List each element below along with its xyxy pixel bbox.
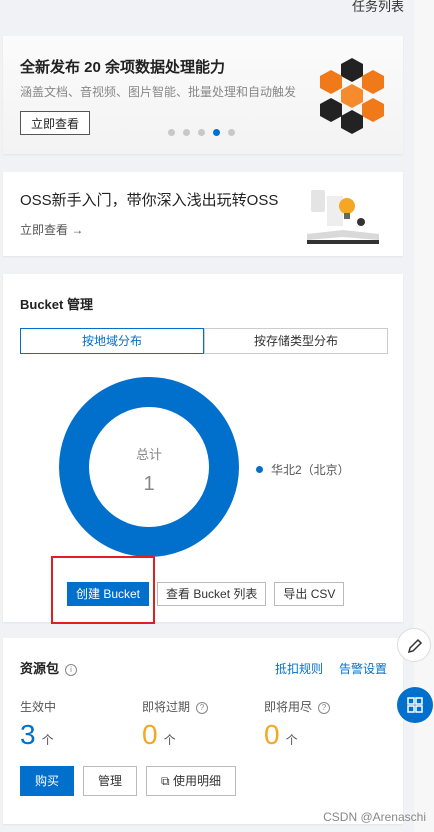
- resource-title: 资源包 i: [20, 658, 78, 677]
- edit-fab[interactable]: [397, 628, 431, 662]
- info-icon[interactable]: i: [65, 664, 78, 676]
- chart-legend: 华北2（北京）: [256, 461, 350, 478]
- external-link-icon: ⧉: [161, 774, 170, 788]
- grid-icon: [407, 697, 423, 713]
- stat-active: 生效中 3个: [20, 700, 57, 750]
- intro-view-link[interactable]: 立即查看 →: [20, 221, 83, 238]
- bucket-donut-chart: 总计 1: [59, 377, 239, 557]
- task-list-link[interactable]: 任务列表: [352, 0, 404, 15]
- oss-intro-card: OSS新手入门，带你深入浅出玩转OSS 立即查看 →: [3, 172, 403, 256]
- view-bucket-list-button[interactable]: 查看 Bucket 列表: [157, 582, 267, 606]
- deduction-rules-link[interactable]: 抵扣规则: [275, 660, 323, 677]
- promo-banner: 全新发布 20 余项数据处理能力 涵盖文档、音视频、图片智能、批量处理和自动触发: [3, 36, 403, 154]
- donut-slice-huabei2[interactable]: [59, 377, 239, 557]
- legend-swatch: [256, 466, 263, 473]
- usage-details-button[interactable]: ⧉ 使用明细: [146, 766, 236, 796]
- help-icon[interactable]: ?: [196, 702, 209, 714]
- promo-subtitle: 涵盖文档、音视频、图片智能、批量处理和自动触发: [20, 85, 297, 99]
- stat-expiring: 即将过期? 0个: [142, 698, 209, 751]
- red-highlight-box: [51, 556, 155, 624]
- promo-view-button[interactable]: 立即查看: [20, 111, 91, 135]
- carousel-dots: [168, 129, 235, 136]
- pencil-icon: [407, 638, 423, 654]
- manage-button[interactable]: 管理: [83, 766, 138, 796]
- carousel-dot[interactable]: [183, 129, 190, 136]
- donut-center-label: 总计: [136, 447, 162, 462]
- legend-label-huabei2[interactable]: 华北2（北京）: [271, 461, 350, 478]
- carousel-dot[interactable]: [168, 129, 175, 136]
- intro-title: OSS新手入门，带你深入浅出玩转OSS: [20, 192, 279, 209]
- carousel-dot[interactable]: [198, 129, 205, 136]
- book-lightbulb-icon: [307, 190, 379, 244]
- donut-center-value: 1: [143, 473, 154, 495]
- stat-depleting: 即将用尽? 0个: [264, 698, 331, 751]
- apps-fab[interactable]: [397, 687, 433, 723]
- carousel-dot[interactable]: [228, 129, 235, 136]
- export-csv-button[interactable]: 导出 CSV: [274, 582, 345, 606]
- watermark: CSDN @Arenaschi: [323, 810, 426, 824]
- promo-title: 全新发布 20 余项数据处理能力: [20, 59, 226, 76]
- tab-by-storage-type[interactable]: 按存储类型分布: [204, 328, 388, 354]
- bucket-title: Bucket 管理: [20, 297, 93, 312]
- resource-actions: 购买 管理 ⧉ 使用明细: [20, 766, 236, 796]
- resource-package-card: 资源包 i 抵扣规则 告警设置 生效中 3个 即将过期? 0个 即将用尽? 0个 …: [3, 638, 403, 824]
- distribution-tabs: 按地域分布 按存储类型分布: [20, 328, 388, 354]
- buy-button[interactable]: 购买: [20, 766, 75, 796]
- help-icon[interactable]: ?: [318, 702, 331, 714]
- cubes-illustration: [320, 58, 384, 134]
- tab-by-region[interactable]: 按地域分布: [20, 328, 204, 354]
- alert-settings-link[interactable]: 告警设置: [339, 660, 387, 677]
- carousel-dot-active[interactable]: [213, 129, 220, 136]
- bucket-management-card: Bucket 管理 按地域分布 按存储类型分布 总计 1 华北2（北京） 创建 …: [3, 274, 403, 624]
